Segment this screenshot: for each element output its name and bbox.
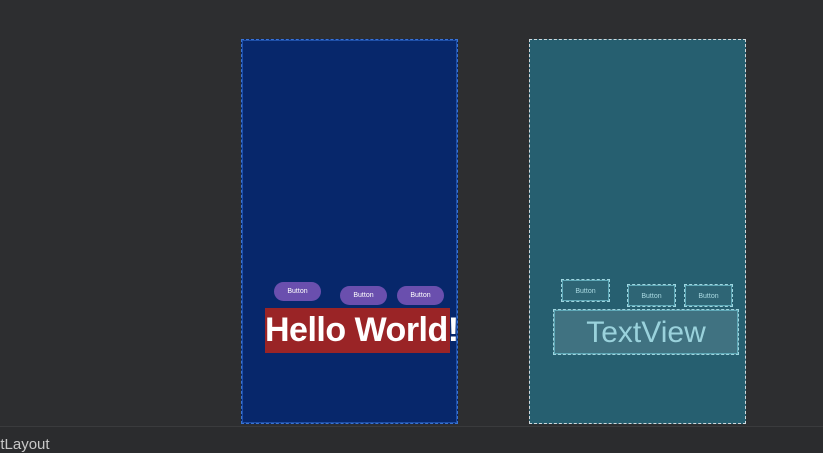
blueprint-button-1[interactable]: Button bbox=[561, 279, 610, 302]
blueprint-textview[interactable]: TextView bbox=[553, 309, 739, 355]
root-layout-label[interactable]: ntLayout bbox=[0, 436, 50, 453]
design-button-2[interactable]: Button bbox=[340, 286, 387, 305]
design-textview[interactable]: Hello World! bbox=[265, 308, 459, 353]
blueprint-button-3[interactable]: Button bbox=[684, 284, 733, 307]
design-surface[interactable] bbox=[241, 39, 458, 424]
design-button-1[interactable]: Button bbox=[274, 282, 321, 301]
blueprint-surface[interactable] bbox=[529, 39, 746, 424]
blueprint-button-2[interactable]: Button bbox=[627, 284, 676, 307]
layout-editor-canvas[interactable]: Button Button Button Hello World! Button… bbox=[0, 0, 823, 426]
component-tree-bar: ntLayout bbox=[0, 426, 823, 453]
design-button-3[interactable]: Button bbox=[397, 286, 444, 305]
